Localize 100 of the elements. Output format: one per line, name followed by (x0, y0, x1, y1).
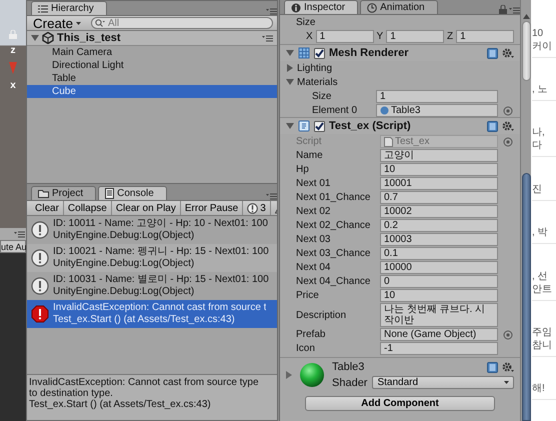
menu-icon[interactable] (509, 7, 520, 14)
axis-label: X (306, 31, 313, 42)
hierarchy-item[interactable]: Cube (27, 85, 277, 98)
log-entry[interactable]: ID: 10021 - Name: 펭귀니 - Hp: 15 - Next01: 100 UnityEngine.Debug:Log(Object) (27, 244, 277, 272)
mesh-renderer-icon (298, 47, 310, 59)
menu-icon[interactable] (266, 8, 277, 15)
object-picker-icon[interactable] (503, 330, 513, 340)
panel-tab[interactable]: Animation (360, 0, 438, 14)
page-text-fragment: , 선 (532, 270, 549, 283)
caret-icon (504, 381, 509, 384)
menu-icon[interactable] (14, 230, 25, 238)
triangle-icon[interactable] (286, 371, 292, 379)
gear-icon[interactable] (502, 48, 514, 58)
toolbar-button[interactable]: Error Pause (180, 201, 244, 215)
page-text-fragment: 10 (532, 26, 544, 40)
text-field[interactable]: 0.2 (380, 219, 498, 232)
list-icon (38, 4, 48, 12)
text-field[interactable]: -1 (380, 342, 498, 355)
property-label: Description (296, 310, 348, 320)
property-label: Hp (296, 164, 310, 175)
property-label: Next 03_Chance (296, 248, 372, 259)
hierarchy-item[interactable]: Main Camera (27, 46, 277, 59)
scrollbar-thumb[interactable] (522, 21, 530, 81)
text-field[interactable]: 10000 (380, 261, 498, 274)
triangle-icon[interactable] (31, 34, 39, 42)
panel-tab[interactable]: Project (31, 186, 96, 200)
material-name: Table3 (332, 361, 366, 373)
log-detail-text: InvalidCastException: Cannot cast from source type (29, 377, 260, 388)
search-field[interactable]: All (91, 17, 273, 29)
log-message: ID: 10031 - Name: 별로미 - Hp: 15 - Next01: 100 (53, 274, 269, 286)
log-entry[interactable]: ID: 10011 - Name: 고양이 - Hp: 10 - Next01: 100 UnityEngine.Debug:Log(Object) (27, 216, 277, 244)
triangle-icon[interactable] (286, 78, 294, 86)
text-field[interactable]: 0.1 (380, 247, 498, 260)
hierarchy-item[interactable]: Table (27, 72, 277, 85)
property-label: Size (296, 17, 316, 28)
number-field[interactable]: 1 (316, 30, 374, 43)
foldout-label[interactable]: Materials (297, 76, 338, 88)
scroll-up-arrow-icon[interactable] (522, 14, 530, 19)
checkbox[interactable] (314, 120, 325, 132)
triangle-icon[interactable] (286, 122, 294, 130)
text-field[interactable]: 10002 (380, 205, 498, 218)
console-icon (105, 188, 114, 199)
page-text-fragment: 해! (532, 382, 546, 396)
menu-icon[interactable] (262, 34, 273, 42)
text-field[interactable]: 나는 첫번째 큐브다. 시작이반 (380, 303, 498, 327)
info-bubble-icon (247, 202, 258, 214)
text-field[interactable]: 10003 (380, 233, 498, 246)
page-text-fragment: , 박 (532, 226, 549, 240)
component-title: Test_ex (Script) (329, 120, 412, 132)
text-field[interactable]: 0.7 (380, 191, 498, 204)
text-field[interactable]: 10 (380, 163, 498, 176)
property-label: Name (296, 150, 324, 161)
property-label: Shader (332, 376, 368, 388)
toolbar-button[interactable]: Clear on Play (112, 201, 181, 215)
script-file-icon (384, 136, 393, 146)
info-bubble-icon (31, 221, 49, 239)
property-label: Icon (296, 343, 316, 354)
panel-tab[interactable]: Console (98, 186, 167, 200)
log-entry[interactable]: ID: 10031 - Name: 별로미 - Hp: 15 - Next01: 100 UnityEngine.Debug:Log(Object) (27, 272, 277, 300)
shader-dropdown[interactable]: Standard (372, 376, 514, 389)
triangle-icon[interactable] (286, 64, 294, 72)
text-field[interactable]: 고양이 (380, 149, 498, 162)
triangle-icon[interactable] (286, 49, 294, 57)
number-field[interactable]: 1 (456, 30, 514, 43)
log-stack-trace: UnityEngine.Debug:Log(Object) (53, 286, 196, 298)
gear-icon[interactable] (502, 120, 514, 132)
panel-tab[interactable]: Hierarchy (31, 1, 107, 15)
scrollbar-thumb[interactable] (522, 173, 530, 421)
create-button[interactable]: Create (31, 16, 84, 30)
log-entry[interactable]: InvalidCastException: Cannot cast from source t Test_ex.Start () (at Assets/Test_ex.cs:43) (27, 300, 277, 328)
toolbar-button[interactable]: Clear (31, 201, 64, 215)
text-field[interactable]: 10001 (380, 177, 498, 190)
property-label: Prefab (296, 329, 326, 340)
page-text-fragment: 커이 (532, 40, 553, 53)
gear-icon[interactable] (502, 362, 514, 372)
error-icon (31, 305, 49, 323)
text-field[interactable]: 1 (376, 90, 498, 103)
text-field[interactable]: 10 (380, 289, 498, 302)
property-label: Script (296, 136, 323, 147)
foldout-label[interactable]: Lighting (297, 62, 332, 74)
lock-icon (9, 30, 17, 39)
checkbox[interactable] (314, 48, 325, 58)
number-field[interactable]: 1 (386, 30, 444, 43)
hierarchy-item[interactable]: Directional Light (27, 59, 277, 72)
lock-icon[interactable] (499, 5, 507, 14)
toolbar-button[interactable]: Collapse (64, 201, 112, 215)
toolbar-button[interactable]: ute Au (0, 240, 26, 253)
axis-cone-icon (9, 62, 17, 74)
object-field[interactable]: None (Game Object) (380, 328, 498, 341)
property-label: Next 01 (296, 178, 332, 189)
object-field[interactable]: Table3 (376, 104, 498, 117)
add-component-button[interactable]: Add Component (305, 396, 495, 411)
info-count-toggle[interactable]: 3 (243, 201, 271, 215)
menu-icon[interactable] (266, 193, 277, 200)
property-label: Next 04 (296, 262, 332, 273)
property-label: Next 04_Chance (296, 276, 372, 287)
object-picker-icon[interactable] (503, 106, 513, 116)
text-field[interactable]: 0 (380, 275, 498, 288)
panel-tab[interactable]: Inspector (284, 0, 358, 14)
log-message: ID: 10021 - Name: 펭귀니 - Hp: 15 - Next01: 100 (53, 246, 269, 258)
